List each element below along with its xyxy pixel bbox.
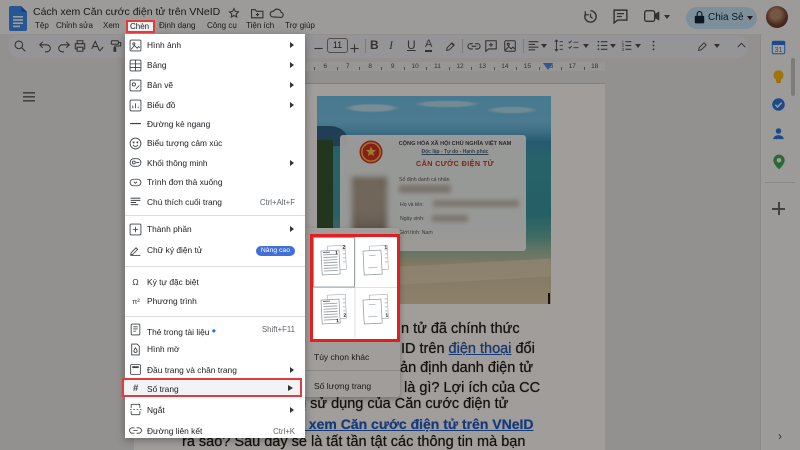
svg-text:2: 2 xyxy=(343,313,346,319)
svg-text:π²: π² xyxy=(132,297,140,306)
svg-text:1: 1 xyxy=(335,250,338,256)
svg-text:1: 1 xyxy=(336,318,339,324)
svg-text:2: 2 xyxy=(342,245,345,251)
svg-text:1: 1 xyxy=(385,313,388,319)
svg-text:Ω: Ω xyxy=(132,277,139,287)
svg-text:1: 1 xyxy=(384,245,387,251)
